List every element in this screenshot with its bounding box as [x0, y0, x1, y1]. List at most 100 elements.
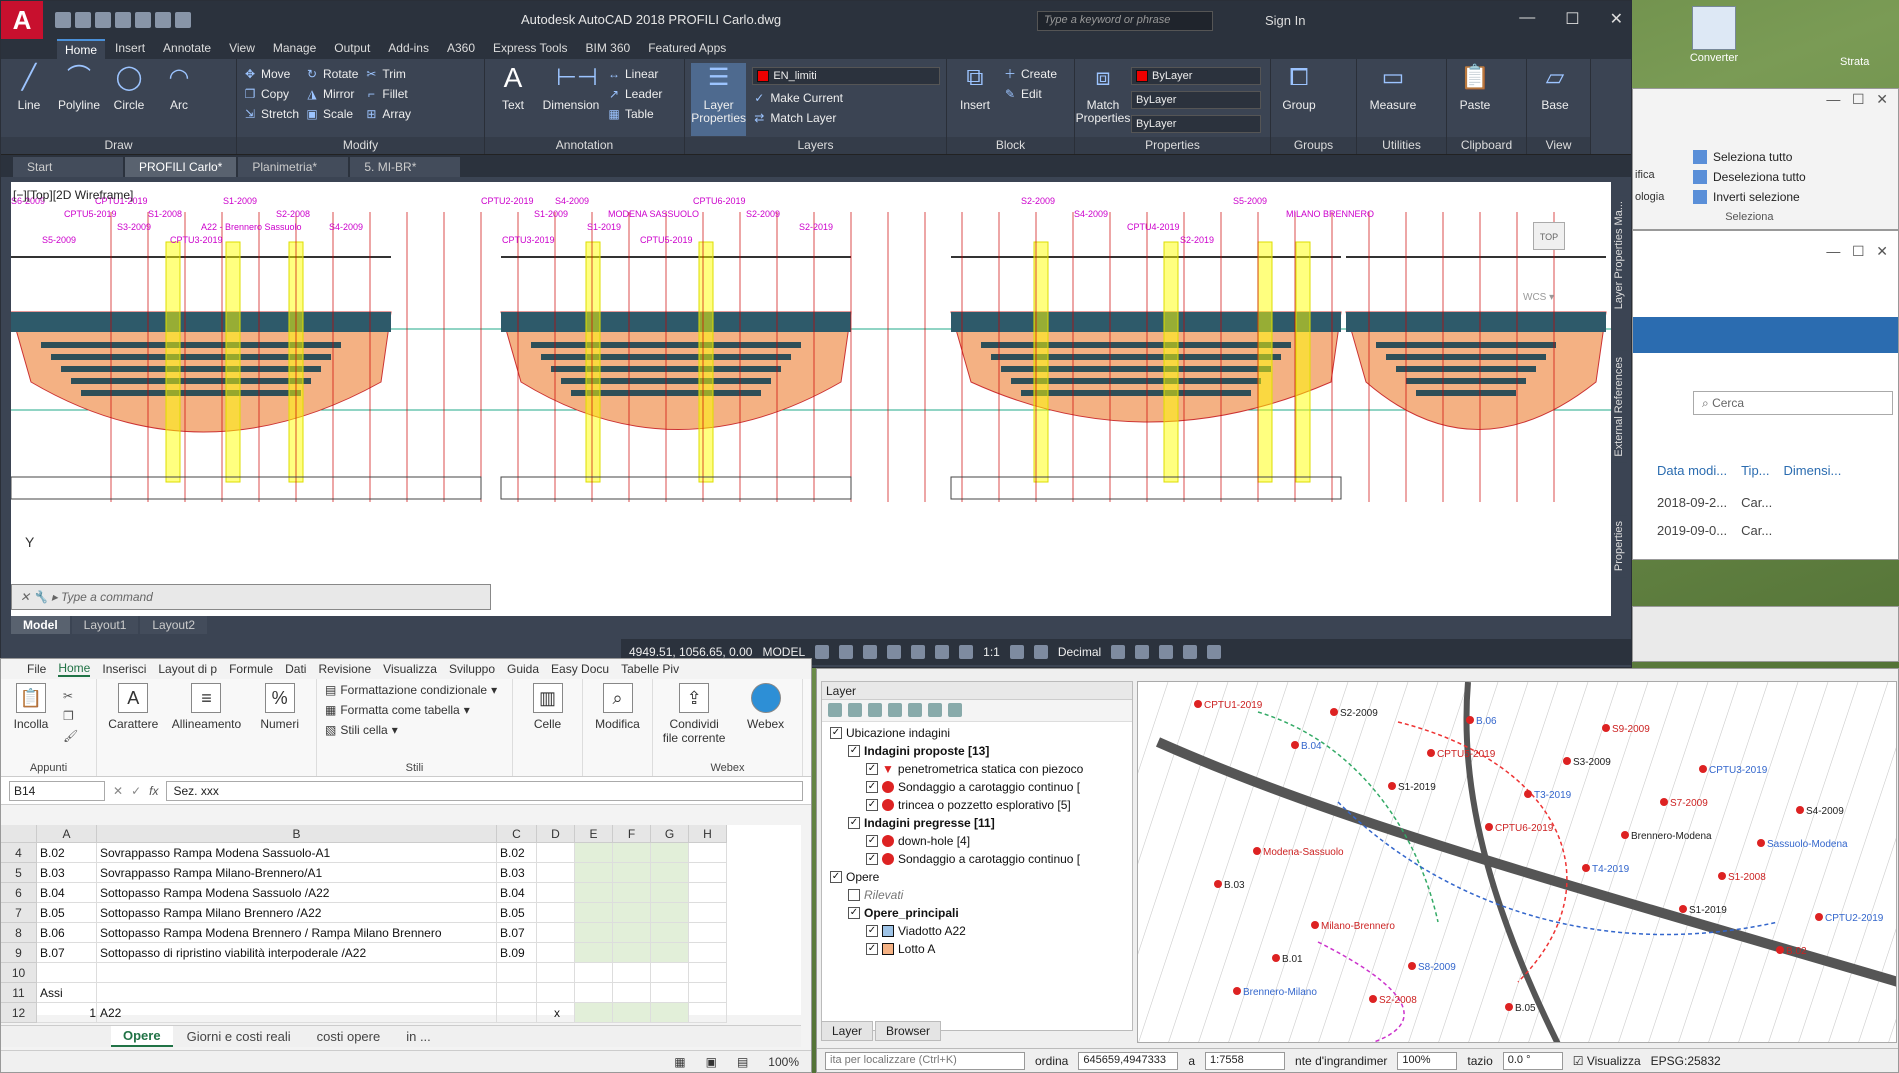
column-header[interactable]: H	[689, 825, 727, 843]
column-header[interactable]: E	[575, 825, 613, 843]
row-header[interactable]: 12	[1, 1003, 37, 1023]
cell[interactable]	[689, 843, 727, 863]
layer-tree-item[interactable]: ✓ Opere	[826, 868, 1128, 886]
layer-visibility-checkbox[interactable]: ✓	[866, 925, 878, 937]
cell[interactable]	[689, 923, 727, 943]
cancel-icon[interactable]: ✕	[113, 784, 123, 798]
window-controls-2[interactable]: — ☐ ✕	[1826, 243, 1888, 260]
excel-ribbon-tab[interactable]: Easy Docu	[551, 662, 609, 676]
trim-button[interactable]: ✂ Trim	[364, 67, 411, 81]
layer-tree-item[interactable]: ✓ trincea o pozzetto esplorativo [5]	[826, 796, 1128, 814]
column-header[interactable]: F	[613, 825, 651, 843]
cell[interactable]	[537, 983, 575, 1003]
layer-visibility-checkbox[interactable]: ✓	[830, 871, 842, 883]
arc-button[interactable]: ◠ Arc	[157, 63, 201, 136]
page-layout-icon[interactable]: ▣	[706, 1055, 717, 1069]
magnifier-field[interactable]: 100%	[1397, 1051, 1458, 1070]
rotate-button[interactable]: ↻ Rotate	[305, 67, 358, 81]
ribbon-tab[interactable]: A360	[439, 39, 483, 59]
layer-visibility-checkbox[interactable]: ✓	[866, 853, 878, 865]
circle-button[interactable]: ◯ Circle	[107, 63, 151, 136]
clean-screen-icon[interactable]	[1183, 645, 1198, 659]
conditional-format-button[interactable]: ▤ Formattazione condizionale ▾	[325, 683, 497, 697]
coordinates-readout[interactable]: 4949.51, 1056.65, 0.00	[629, 645, 752, 659]
col-type-header[interactable]: Tip...	[1741, 463, 1769, 478]
layout-tab[interactable]: Layout1	[71, 616, 139, 634]
grid-icon[interactable]	[815, 645, 830, 659]
cell[interactable]	[97, 963, 497, 983]
ribbon-tab[interactable]: Insert	[107, 39, 153, 59]
scale-button[interactable]: ▣ Scale	[305, 107, 358, 121]
edit-block-button[interactable]: ✎ Edit	[1003, 87, 1057, 101]
text-button[interactable]: A Text	[491, 63, 535, 136]
file-row[interactable]: 2018-09-2... Car...	[1657, 495, 1772, 510]
layer-visibility-checkbox[interactable]: ✓	[866, 835, 878, 847]
window-controls[interactable]: — ☐ ✕	[1826, 91, 1888, 108]
excel-ribbon-tab[interactable]: Revisione	[318, 662, 371, 676]
corner-header[interactable]	[1, 825, 37, 843]
sheet-tab[interactable]: Opere	[111, 1026, 173, 1047]
annotation-panel-label[interactable]: Annotation	[485, 137, 684, 154]
cell[interactable]	[537, 943, 575, 963]
osnap-icon[interactable]	[911, 645, 926, 659]
cell[interactable]	[497, 1003, 537, 1023]
cell[interactable]	[613, 943, 651, 963]
draw-panel-label[interactable]: Draw	[1, 137, 236, 154]
layer-visibility-checkbox[interactable]: ✓	[848, 907, 860, 919]
add-group-icon[interactable]	[848, 703, 862, 717]
table-button[interactable]: ▦ Table	[607, 107, 662, 121]
cell[interactable]	[651, 923, 689, 943]
units-dropdown[interactable]: Decimal	[1058, 645, 1101, 659]
scale-field[interactable]: 1:7558	[1205, 1051, 1286, 1070]
layer-tree-item[interactable]: ✓ ▼ penetrometrica statica con piezoco	[826, 760, 1128, 778]
ribbon-tab[interactable]: Annotate	[155, 39, 219, 59]
modify-panel-label[interactable]: Modify	[237, 137, 484, 154]
map-canvas[interactable]: CPTU1-2019 B.04 S1-2019 CPTU6-2019 T4-2019 S1…	[1137, 681, 1897, 1043]
ortho-icon[interactable]	[863, 645, 878, 659]
cell[interactable]	[651, 943, 689, 963]
polyline-button[interactable]: ⌒ Polyline	[57, 63, 101, 136]
cell[interactable]	[575, 943, 613, 963]
sheet-tab[interactable]: costi opere	[305, 1027, 393, 1046]
layer-tree-item[interactable]: ✓ Sondaggio a carotaggio continuo [	[826, 778, 1128, 796]
lineweight-icon[interactable]	[935, 645, 950, 659]
cell[interactable]: B.02	[37, 843, 97, 863]
name-box[interactable]: B14	[9, 780, 105, 801]
layout-tab[interactable]: Model	[11, 616, 70, 634]
panel-tab[interactable]: Layer	[821, 1021, 874, 1041]
cell[interactable]	[613, 963, 651, 983]
cut-icon[interactable]: ✂	[63, 689, 78, 703]
external-references-side-tab[interactable]: External References	[1611, 351, 1627, 463]
ribbon-tab[interactable]: Manage	[265, 39, 324, 59]
layer-tree-item[interactable]: ✓ Lotto A	[826, 940, 1128, 958]
excel-ribbon-tab[interactable]: Layout di p	[158, 662, 217, 676]
customization-menu-icon[interactable]	[1207, 645, 1222, 659]
cell[interactable]	[37, 963, 97, 983]
cell[interactable]	[651, 863, 689, 883]
cell[interactable]: B.03	[497, 863, 537, 883]
format-painter-icon[interactable]: 🖌	[63, 729, 78, 743]
col-size-header[interactable]: Dimensi...	[1784, 463, 1842, 478]
layer-properties-side-tab[interactable]: Layer Properties Ma...	[1611, 195, 1627, 316]
column-header[interactable]: C	[497, 825, 537, 843]
remove-layer-icon[interactable]	[948, 703, 962, 717]
close-icon[interactable]: ✕	[1610, 9, 1623, 29]
minimize-icon[interactable]: —	[1519, 9, 1535, 29]
cell[interactable]	[575, 923, 613, 943]
cell[interactable]	[689, 883, 727, 903]
alignment-button[interactable]: ≡ Allineamento	[172, 683, 242, 731]
function-icon[interactable]: fx	[149, 784, 158, 798]
cell[interactable]: B.05	[497, 903, 537, 923]
layer-visibility-checkbox[interactable]	[848, 889, 860, 901]
cell[interactable]: Assi	[37, 983, 97, 1003]
converter-desktop-icon[interactable]: Converter	[1684, 6, 1744, 64]
print-icon[interactable]	[135, 12, 151, 28]
sheet-tab[interactable]: in ...	[394, 1027, 443, 1046]
properties-panel-label[interactable]: Properties	[1075, 137, 1270, 154]
layer-dropdown[interactable]: EN_limiti	[752, 67, 940, 85]
enter-icon[interactable]: ✓	[131, 784, 141, 798]
workspace-gear-icon[interactable]	[1009, 645, 1024, 659]
cell[interactable]	[537, 883, 575, 903]
row-header[interactable]: 7	[1, 903, 37, 923]
layer-visibility-checkbox[interactable]: ✓	[848, 817, 860, 829]
